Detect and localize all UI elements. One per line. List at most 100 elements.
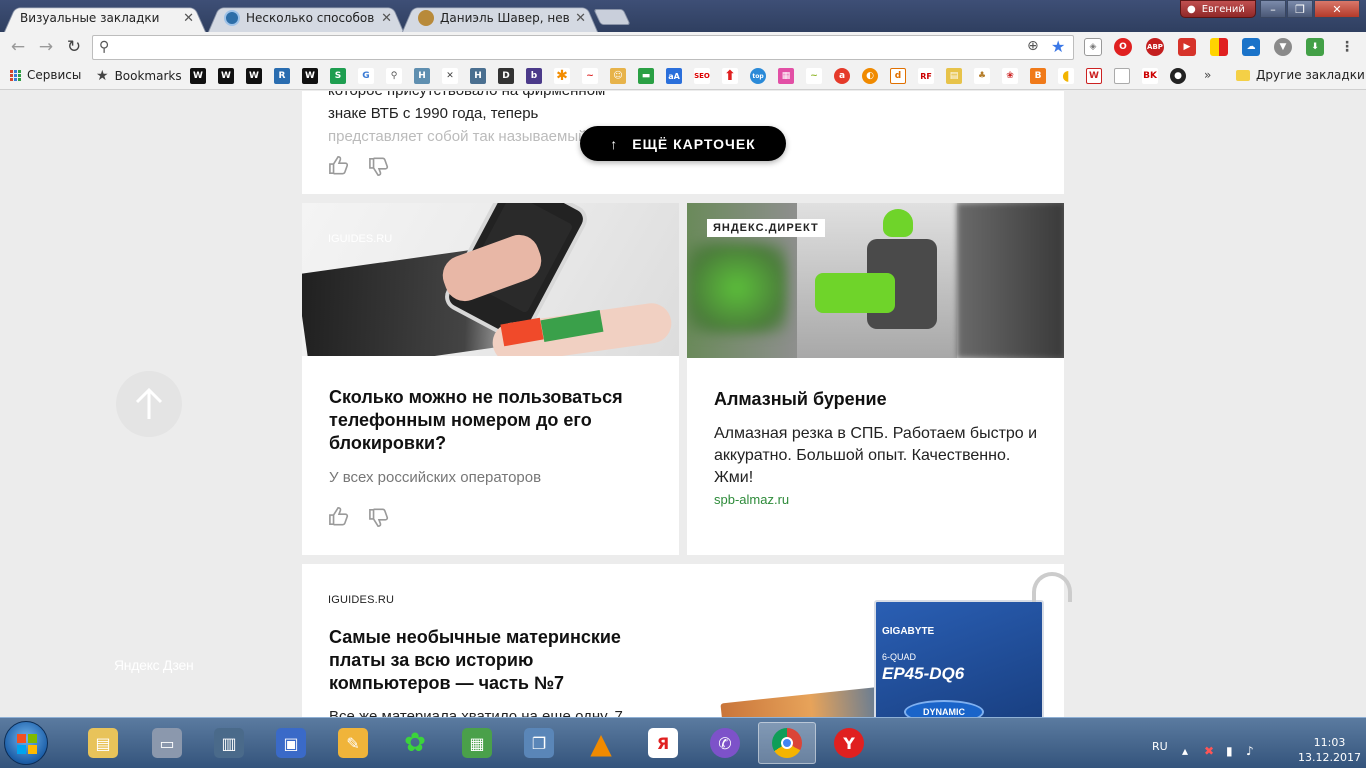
tab-visual-bookmarks[interactable]: Визуальные закладки ✕ [4, 4, 206, 32]
taskbar-yandex[interactable]: Y [820, 722, 878, 764]
zoom-icon[interactable]: ⊕ [1027, 38, 1039, 54]
card-title[interactable]: Самые необычные материнские платы за всю… [329, 626, 659, 695]
start-button[interactable] [4, 721, 48, 765]
forward-button[interactable]: → [36, 37, 56, 57]
close-icon[interactable]: ✕ [575, 11, 586, 26]
ds-bookmark-icon[interactable]: d [890, 68, 906, 84]
new-tab-button[interactable] [593, 9, 631, 25]
top-bookmark-icon[interactable]: top [750, 68, 766, 84]
taskbar-vlc[interactable]: ▲ [572, 722, 630, 764]
chat-bookmark-icon[interactable]: ▬ [638, 68, 654, 84]
up-arrow-bookmark-icon[interactable]: ⬆ [722, 68, 738, 84]
taskbar-yandex-browser[interactable]: Я [634, 722, 692, 764]
like-icon[interactable] [328, 155, 350, 175]
taskbar-files[interactable]: ❐ [510, 722, 568, 764]
taskbar-icq[interactable]: ✿ [386, 722, 444, 764]
h-bookmark-icon[interactable]: H [470, 68, 486, 84]
shield-extension-icon[interactable]: ◈ [1084, 38, 1102, 56]
taskbar-explorer[interactable]: ▤ [74, 722, 132, 764]
taskbar-scanner[interactable]: ▭ [138, 722, 196, 764]
page-bookmark-icon[interactable] [1114, 68, 1130, 84]
like-icon[interactable] [328, 506, 350, 526]
s-bookmark-icon[interactable]: S [330, 68, 346, 84]
network-warning-icon[interactable]: ✖ [1204, 744, 1214, 758]
d-bookmark-icon[interactable]: D [498, 68, 514, 84]
more-cards-button[interactable]: ↑ ЕЩЁ КАРТОЧЕК [580, 126, 786, 161]
pacman-bookmark-icon[interactable]: ◖ [1058, 68, 1074, 84]
taskbar-network[interactable]: ▣ [262, 722, 320, 764]
ali-bookmark-icon[interactable]: a [834, 68, 850, 84]
clock[interactable]: 11:03 13.12.2017 [1298, 735, 1361, 765]
orange-bookmark-icon[interactable]: ◐ [862, 68, 878, 84]
leaf-bookmark-icon[interactable]: ~ [806, 68, 822, 84]
taskbar-chrome[interactable] [758, 722, 816, 764]
card-title[interactable]: Сколько можно не пользоваться телефонным… [329, 386, 659, 455]
taskbar-viber[interactable]: ✆ [696, 722, 754, 764]
download-extension-icon[interactable]: ⬇ [1306, 38, 1324, 56]
signal-icon[interactable]: ▮ [1226, 744, 1233, 758]
cat-bookmark-icon[interactable]: ♣ [974, 68, 990, 84]
tray-expand-icon[interactable]: ▴ [1182, 744, 1188, 758]
tab-daniel-shaver[interactable]: Даниэль Шавер, невоор ✕ [402, 4, 598, 32]
close-icon[interactable]: ✕ [183, 11, 194, 26]
opera-extension-icon[interactable]: O [1114, 38, 1132, 56]
aa-bookmark-icon[interactable]: aA [666, 68, 682, 84]
back-button[interactable]: ← [8, 37, 28, 57]
adblock-extension-icon[interactable]: ABP [1146, 38, 1164, 56]
language-indicator[interactable]: RU [1152, 740, 1168, 753]
other-bookmarks-folder[interactable]: Другие закладки [1236, 68, 1365, 82]
tilde-bookmark-icon[interactable]: ~ [582, 68, 598, 84]
note-bookmark-icon[interactable]: ▤ [946, 68, 962, 84]
g-bookmark-icon[interactable]: G [358, 68, 374, 84]
taskbar-doc[interactable]: ▥ [200, 722, 258, 764]
blogger-bookmark-icon[interactable]: B [1030, 68, 1046, 84]
address-bar[interactable]: ⚲ ⊕ ★ [92, 35, 1074, 60]
seo-bookmark-icon[interactable]: SEO [694, 68, 710, 84]
wiki-bookmark-icon[interactable]: W [218, 68, 234, 84]
h-bookmark-icon[interactable]: H [414, 68, 430, 84]
github-bookmark-icon[interactable]: ● [1170, 68, 1186, 84]
bookmark-extension-icon[interactable] [1210, 38, 1228, 56]
minimize-button[interactable]: – [1260, 0, 1286, 18]
blocks-bookmark-icon[interactable]: ▦ [778, 68, 794, 84]
rf-bookmark-icon[interactable]: RF [918, 68, 934, 84]
cloud-extension-icon[interactable]: ☁ [1242, 38, 1260, 56]
dislike-icon[interactable] [368, 157, 390, 177]
profile-button[interactable]: ● Евгений [1180, 0, 1256, 18]
reload-button[interactable]: ↻ [64, 37, 84, 57]
rose-bookmark-icon[interactable]: ❀ [1002, 68, 1018, 84]
video-extension-icon[interactable]: ▶ [1178, 38, 1196, 56]
search-bookmark-icon[interactable]: ⚲ [386, 68, 402, 84]
feed-card-motherboard[interactable]: IGUIDES.RU Самые необычные материнские п… [302, 564, 1072, 717]
maximize-button[interactable]: ❐ [1287, 0, 1313, 18]
taskbar-editor[interactable]: ✎ [324, 722, 382, 764]
b-bookmark-icon[interactable]: b [526, 68, 542, 84]
vpn-extension-icon[interactable]: ▼ [1274, 38, 1292, 56]
ad-title[interactable]: Алмазный бурение [714, 388, 1044, 411]
wiki-bookmark-icon[interactable]: W [190, 68, 206, 84]
overflow-chevron[interactable]: » [1204, 68, 1211, 82]
volume-icon[interactable]: ♪ [1246, 744, 1254, 758]
taskbar-calculator[interactable]: ▦ [448, 722, 506, 764]
yandex-zen-logo[interactable]: Яндекс Дзен [114, 657, 194, 673]
scroll-to-top-button[interactable] [116, 371, 182, 437]
tab-several-ways[interactable]: Несколько способов по ✕ [208, 4, 404, 32]
feed-card-ad[interactable]: ЯНДЕКС.ДИРЕКТ Алмазный бурение Алмазная … [687, 203, 1064, 555]
bk-bookmark-icon[interactable]: BK [1142, 68, 1158, 84]
w-red-bookmark-icon[interactable]: W [1086, 68, 1102, 84]
wiki-bookmark-icon[interactable]: W [246, 68, 262, 84]
close-icon[interactable]: ✕ [381, 11, 392, 26]
menu-icon[interactable]: ⋮ [1338, 38, 1356, 56]
bookmark-star-icon[interactable]: ★ [1051, 37, 1065, 56]
feed-card-phone[interactable]: IGUIDES.RU Сколько можно не пользоваться… [302, 203, 679, 555]
apps-shortcut[interactable]: Сервисы [10, 68, 81, 82]
face-bookmark-icon[interactable]: ☺ [610, 68, 626, 84]
address-input[interactable] [123, 39, 1003, 56]
dislike-icon[interactable] [368, 508, 390, 528]
wiki-bookmark-icon[interactable]: W [302, 68, 318, 84]
ad-domain-link[interactable]: spb-almaz.ru [714, 492, 789, 507]
asterisk-bookmark-icon[interactable]: ✱ [554, 68, 570, 84]
bookmarks-folder[interactable]: ★ Bookmarks [96, 68, 182, 84]
x-bookmark-icon[interactable]: ✕ [442, 68, 458, 84]
r-bookmark-icon[interactable]: R [274, 68, 290, 84]
